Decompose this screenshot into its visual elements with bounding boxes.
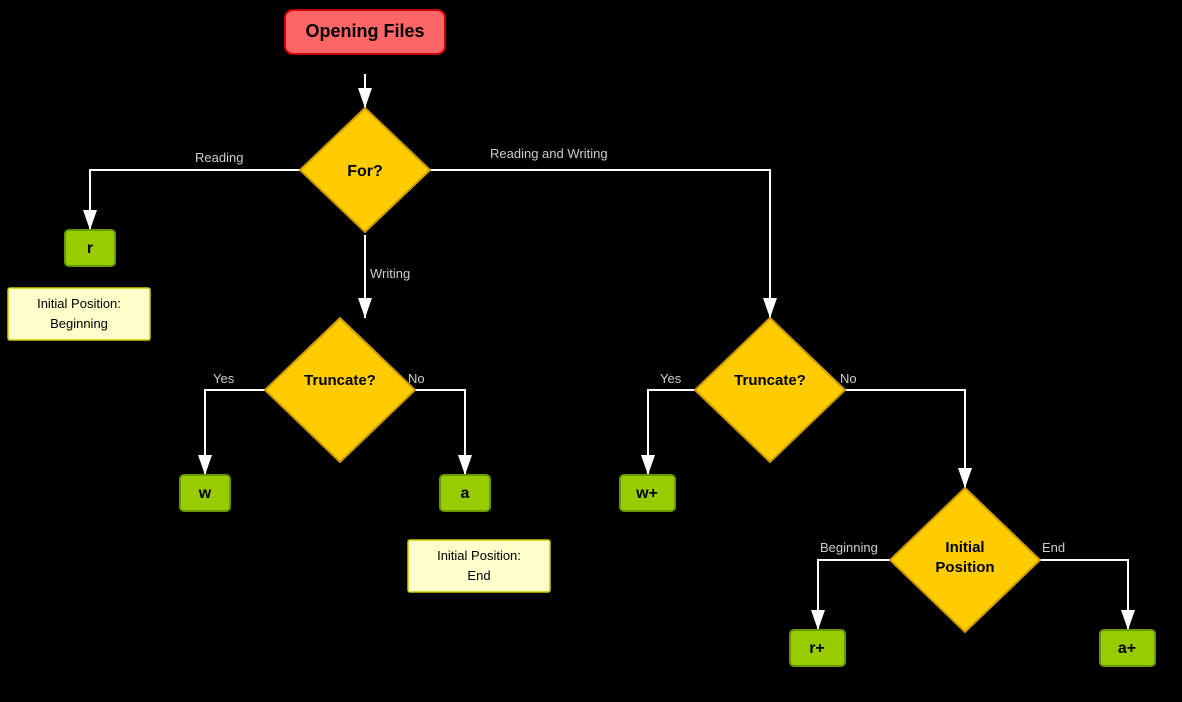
label-end: End [1042, 540, 1065, 555]
r-label: r [87, 240, 93, 257]
label-no1: No [408, 371, 425, 386]
init-pos-line1: Initial [945, 539, 984, 556]
label-reading: Reading [195, 150, 243, 165]
arrow-trunc1-to-a [402, 390, 465, 475]
arrow-for-to-r [90, 170, 310, 230]
rp-label: r+ [809, 640, 825, 657]
arrow-initpos-to-ap [1027, 560, 1128, 630]
arrow-initpos-to-rp [818, 560, 903, 630]
arrow-trunc2-to-initpos [832, 390, 965, 488]
init-pos-line2: Position [935, 559, 994, 576]
label-no2: No [840, 371, 857, 386]
a-label: a [461, 485, 470, 502]
flowchart-diagram: Opening Files For? r Initial Position: B… [0, 0, 1182, 702]
for-label: For? [347, 163, 383, 180]
label-reading-writing: Reading and Writing [490, 146, 608, 161]
opening-files-label: Opening Files [305, 21, 424, 41]
label-yes1: Yes [213, 371, 235, 386]
arrow-trunc2-to-wp [648, 390, 708, 475]
init-end-line1: Initial Position: [437, 548, 521, 563]
ap-label: a+ [1118, 640, 1136, 657]
label-writing: Writing [370, 266, 410, 281]
w-label: w [198, 485, 212, 502]
label-beginning: Beginning [820, 540, 878, 555]
arrow-trunc1-to-w [205, 390, 278, 475]
init-beginning-line1: Initial Position: [37, 296, 121, 311]
init-end-line2: End [467, 568, 490, 583]
truncate1-diamond [265, 318, 415, 462]
wp-label: w+ [635, 485, 658, 502]
truncate2-label: Truncate? [734, 372, 806, 389]
init-beginning-line2: Beginning [50, 316, 108, 331]
truncate2-diamond [695, 318, 845, 462]
arrow-for-to-trunc2 [420, 170, 770, 318]
truncate1-label: Truncate? [304, 372, 376, 389]
label-yes2: Yes [660, 371, 682, 386]
